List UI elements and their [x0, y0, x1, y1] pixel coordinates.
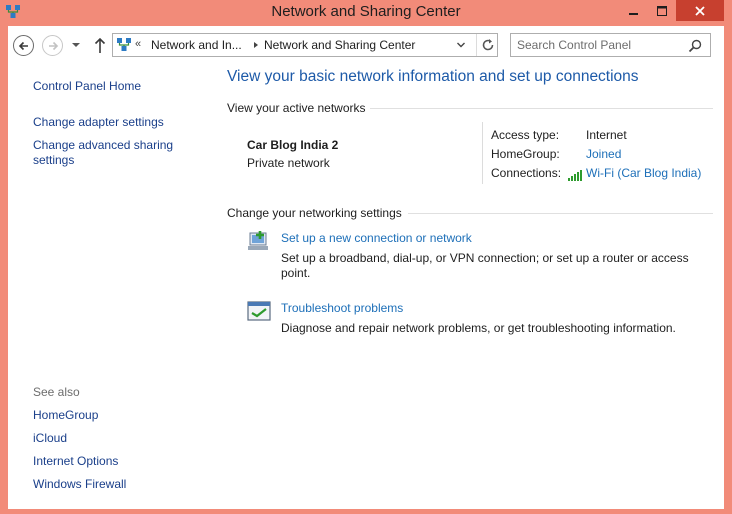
- forward-arrow-icon: [48, 41, 58, 50]
- homegroup-link[interactable]: Joined: [586, 147, 621, 161]
- wifi-connection-link[interactable]: Wi-Fi (Car Blog India): [586, 166, 701, 180]
- network-name: Car Blog India 2: [247, 138, 339, 152]
- navigation-bar: « Network and In... Network and Sharing …: [8, 26, 724, 64]
- search-icon[interactable]: [687, 38, 703, 54]
- maximize-button[interactable]: [648, 0, 675, 21]
- breadcrumb-current[interactable]: Network and Sharing Center: [264, 38, 415, 52]
- content-area: Control Panel Home Change adapter settin…: [8, 64, 724, 509]
- connections-label: Connections:: [491, 166, 562, 180]
- close-button[interactable]: [676, 0, 724, 21]
- search-input[interactable]: Search Control Panel: [510, 33, 711, 57]
- close-icon: [695, 5, 705, 16]
- active-networks-divider: [370, 108, 713, 109]
- sidebar-item-adapter-settings[interactable]: Change adapter settings: [33, 115, 164, 130]
- sidebar-item-advanced-sharing[interactable]: Change advanced sharing settings: [33, 138, 193, 168]
- troubleshoot-description: Diagnose and repair network problems, or…: [281, 321, 676, 335]
- recent-locations-dropdown-icon[interactable]: [71, 40, 81, 50]
- breadcrumb-overflow[interactable]: «: [135, 38, 141, 50]
- homegroup-label: HomeGroup:: [491, 147, 560, 161]
- see-also-icloud[interactable]: iCloud: [33, 431, 67, 446]
- forward-button[interactable]: [42, 35, 63, 56]
- refresh-icon[interactable]: [480, 37, 496, 53]
- access-type-value: Internet: [586, 128, 627, 142]
- breadcrumb-chevron-icon[interactable]: [252, 41, 260, 49]
- setup-connection-description: Set up a broadband, dial-up, or VPN conn…: [281, 251, 689, 280]
- troubleshoot-link[interactable]: Troubleshoot problems: [281, 301, 403, 315]
- see-also-label: See also: [33, 385, 80, 399]
- title-bar: Network and Sharing Center: [0, 0, 732, 26]
- network-type: Private network: [247, 156, 330, 170]
- access-type-label: Access type:: [491, 128, 560, 142]
- page-title: View your basic network information and …: [227, 68, 639, 85]
- wifi-signal-icon: [568, 170, 582, 181]
- troubleshoot-icon[interactable]: [246, 300, 272, 324]
- minimize-button[interactable]: [620, 0, 647, 21]
- new-connection-icon[interactable]: [246, 230, 272, 254]
- address-dropdown-icon[interactable]: [456, 40, 466, 50]
- sidebar-item-control-panel-home[interactable]: Control Panel Home: [33, 79, 141, 94]
- networking-settings-heading: Change your networking settings: [227, 206, 402, 220]
- address-divider: [476, 34, 477, 56]
- minimize-icon: [628, 12, 638, 15]
- back-button[interactable]: [13, 35, 34, 56]
- see-also-windows-firewall[interactable]: Windows Firewall: [33, 477, 126, 492]
- maximize-icon: [656, 5, 667, 16]
- see-also-internet-options[interactable]: Internet Options: [33, 454, 118, 469]
- breadcrumb-network-internet[interactable]: Network and In...: [151, 38, 242, 52]
- see-also-homegroup[interactable]: HomeGroup: [33, 408, 98, 423]
- active-networks-heading: View your active networks: [227, 101, 366, 115]
- search-placeholder: Search Control Panel: [517, 38, 632, 52]
- setup-connection-link[interactable]: Set up a new connection or network: [281, 231, 472, 245]
- network-info-divider: [482, 122, 483, 184]
- up-arrow-icon[interactable]: [93, 36, 107, 54]
- control-panel-icon: [117, 38, 131, 51]
- address-bar[interactable]: « Network and In... Network and Sharing …: [112, 33, 498, 57]
- back-arrow-icon: [18, 41, 28, 50]
- networking-settings-divider: [408, 213, 713, 214]
